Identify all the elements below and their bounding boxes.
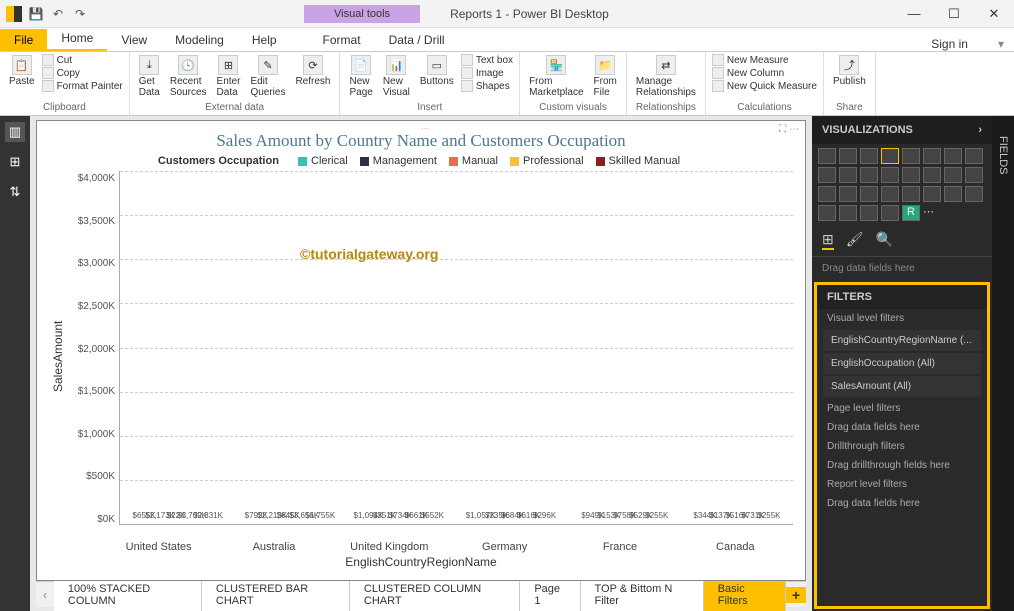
visualizations-header[interactable]: VISUALIZATIONS›: [812, 116, 992, 144]
file-tab[interactable]: File: [0, 29, 47, 51]
watermark: ©tutorialgateway.org: [300, 246, 438, 262]
filter-item[interactable]: EnglishOccupation (All): [823, 353, 981, 374]
undo-icon[interactable]: ↶: [50, 6, 66, 22]
page-tab[interactable]: CLUSTERED COLUMN CHART: [350, 579, 520, 611]
quick-measure-button[interactable]: New Quick Measure: [712, 80, 817, 92]
external-data-label: External data: [136, 102, 334, 113]
new-page-button[interactable]: 📄New Page: [346, 54, 375, 99]
page-tab-active[interactable]: Basic Filters: [704, 579, 787, 611]
fields-dropzone[interactable]: Drag data fields here: [812, 257, 992, 280]
relationships-label: Relationships: [633, 102, 699, 113]
filter-item[interactable]: EnglishCountryRegionName (...: [823, 330, 981, 351]
textbox-button[interactable]: Text box: [461, 54, 513, 66]
page-level-filters-label: Page level filters: [817, 399, 987, 418]
title-bar: 💾 ↶ ↷ Visual tools Reports 1 - Power BI …: [0, 0, 1014, 28]
from-marketplace-button[interactable]: 🏪From Marketplace: [526, 54, 586, 99]
visual-tools-tab[interactable]: Visual tools: [304, 5, 420, 23]
new-visual-button[interactable]: 📊New Visual: [380, 54, 413, 99]
fields-icon[interactable]: ⊞: [822, 231, 834, 250]
chart-legend: Customers Occupation ClericalManagementM…: [49, 155, 793, 167]
format-painter-button[interactable]: Format Painter: [42, 80, 123, 92]
chart-title: Sales Amount by Country Name and Custome…: [49, 131, 793, 151]
home-tab[interactable]: Home: [47, 27, 107, 51]
fields-pane-collapsed[interactable]: FIELDS: [992, 116, 1014, 611]
buttons-button[interactable]: ▭Buttons: [417, 54, 457, 88]
page-filters-dropzone[interactable]: Drag data fields here: [817, 418, 987, 437]
plot-area: $655K$2,173K$22K$3,709K$2,831K$792K$2,21…: [119, 171, 793, 525]
paste-button[interactable]: 📋Paste: [6, 54, 38, 88]
manage-relationships-button[interactable]: ⇄Manage Relationships: [633, 54, 699, 99]
y-axis-label: SalesAmount: [49, 171, 67, 541]
visual-level-filters-label: Visual level filters: [817, 309, 987, 328]
redo-icon[interactable]: ↷: [72, 6, 88, 22]
data-view-icon[interactable]: ⊞: [5, 152, 25, 172]
add-page-button[interactable]: +: [786, 587, 806, 603]
app-logo: [6, 6, 22, 22]
format-tab[interactable]: Format: [309, 29, 375, 51]
window-title: Reports 1 - Power BI Desktop: [450, 7, 609, 21]
viz-gallery[interactable]: R ⋯: [812, 144, 992, 225]
chevron-right-icon[interactable]: ›: [978, 124, 982, 136]
chevron-down-icon[interactable]: ▾: [998, 37, 1004, 51]
shapes-button[interactable]: Shapes: [461, 80, 513, 92]
copy-button[interactable]: Copy: [42, 67, 123, 79]
cut-button[interactable]: Cut: [42, 54, 123, 66]
chart-visual[interactable]: ⋯ ⛶ ⋯ Sales Amount by Country Name and C…: [36, 120, 806, 581]
image-button[interactable]: Image: [461, 67, 513, 79]
calculations-label: Calculations: [712, 102, 817, 113]
filter-item[interactable]: SalesAmount (All): [823, 376, 981, 397]
ribbon: 📋Paste Cut Copy Format Painter Clipboard…: [0, 52, 1014, 116]
new-measure-button[interactable]: New Measure: [712, 54, 817, 66]
drillthrough-dropzone[interactable]: Drag drillthrough fields here: [817, 456, 987, 475]
refresh-button[interactable]: ⟳Refresh: [292, 54, 333, 88]
analytics-icon[interactable]: 🔍: [876, 231, 893, 250]
x-axis-labels: United StatesAustraliaUnited KingdomGerm…: [101, 541, 793, 553]
custom-visuals-label: Custom visuals: [526, 102, 620, 113]
view-tab[interactable]: View: [107, 29, 161, 51]
clipboard-label: Clipboard: [6, 102, 123, 113]
edit-queries-button[interactable]: ✎Edit Queries: [247, 54, 288, 99]
recent-sources-button[interactable]: 🕓Recent Sources: [167, 54, 210, 99]
menu-bar: File Home View Modeling Help Format Data…: [0, 28, 1014, 52]
focus-mode-icon[interactable]: ⛶ ⋯: [779, 124, 799, 135]
drillthrough-filters-label: Drillthrough filters: [817, 437, 987, 456]
drag-handle-icon[interactable]: ⋯: [421, 124, 441, 130]
left-nav: ▥ ⊞ ⇅: [0, 116, 30, 611]
new-column-button[interactable]: New Column: [712, 67, 817, 79]
publish-button[interactable]: ⤴Publish: [830, 54, 869, 88]
model-view-icon[interactable]: ⇅: [5, 182, 25, 202]
data-drill-tab[interactable]: Data / Drill: [375, 29, 459, 51]
report-view-icon[interactable]: ▥: [5, 122, 25, 142]
filters-header: FILTERS: [817, 285, 987, 309]
page-tabs: ‹ 100% STACKED COLUMN CLUSTERED BAR CHAR…: [36, 581, 806, 607]
sign-in-link[interactable]: Sign in: [931, 37, 968, 51]
enter-data-button[interactable]: ⊞Enter Data: [214, 54, 244, 99]
get-data-button[interactable]: ⤓Get Data: [136, 54, 163, 99]
from-file-button[interactable]: 📁From File: [591, 54, 620, 99]
close-button[interactable]: ✕: [974, 0, 1014, 28]
modeling-tab[interactable]: Modeling: [161, 29, 238, 51]
insert-label: Insert: [346, 102, 513, 113]
filters-pane: FILTERS Visual level filters EnglishCoun…: [814, 282, 990, 609]
help-tab[interactable]: Help: [238, 29, 291, 51]
format-icon[interactable]: 🖌: [846, 231, 864, 250]
visualizations-pane: VISUALIZATIONS› R ⋯ ⊞ 🖌 🔍 Drag data fiel…: [812, 116, 992, 611]
minimize-button[interactable]: —: [894, 0, 934, 28]
save-icon[interactable]: 💾: [28, 6, 44, 22]
page-tab[interactable]: Page 1: [520, 579, 580, 611]
prev-page-icon[interactable]: ‹: [36, 588, 54, 602]
report-level-filters-label: Report level filters: [817, 475, 987, 494]
report-filters-dropzone[interactable]: Drag data fields here: [817, 494, 987, 513]
page-tab[interactable]: CLUSTERED BAR CHART: [202, 579, 350, 611]
x-axis-label: EnglishCountryRegionName: [49, 555, 793, 569]
y-axis-ticks: $4,000K$3,500K$3,000K$2,500K$2,000K$1,50…: [67, 171, 119, 541]
report-canvas: ©tutorialgateway.org ⋯ ⛶ ⋯ Sales Amount …: [30, 116, 812, 611]
share-label: Share: [830, 102, 869, 113]
page-tab[interactable]: 100% STACKED COLUMN: [54, 579, 202, 611]
maximize-button[interactable]: ☐: [934, 0, 974, 28]
page-tab[interactable]: TOP & Bittom N Filter: [581, 579, 704, 611]
